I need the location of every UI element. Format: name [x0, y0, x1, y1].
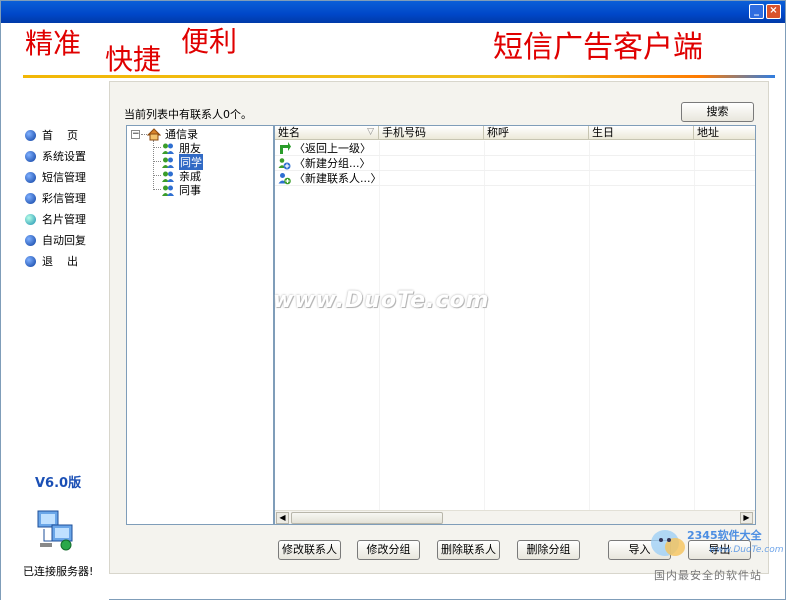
mascot-icon — [651, 530, 685, 556]
contact-list[interactable]: 姓名 ▽ 手机号码 称呼 生日 地址 〈返回上一级〉 〈新建分组...〉 〈新建… — [274, 125, 756, 525]
list-item-new-group[interactable]: 〈新建分组...〉 — [275, 156, 755, 171]
collapse-icon[interactable]: − — [131, 130, 140, 139]
bullet-icon — [25, 150, 36, 162]
contacts-panel: 当前列表中有联系人0个。 搜索 − 通信录 朋友 同学 亲戚 同事 姓名 ▽ 手… — [109, 81, 769, 574]
nav-item-mms[interactable]: 彩信管理 — [25, 190, 86, 206]
column-header-name[interactable]: 姓名 ▽ — [275, 126, 379, 140]
bullet-icon — [25, 129, 36, 141]
tree-group-classmates[interactable]: 同学 — [161, 154, 203, 170]
nav-item-home[interactable]: 首 页 — [25, 127, 78, 143]
nav-item-label: 名片管理 — [42, 213, 86, 226]
group-icon — [162, 143, 174, 154]
minimize-button[interactable]: _ — [749, 4, 764, 19]
nav-item-exit[interactable]: 退 出 — [25, 253, 78, 269]
scroll-left-icon[interactable]: ◀ — [276, 512, 289, 524]
nav-item-label: 短信管理 — [42, 171, 86, 184]
column-header-label: 姓名 — [278, 126, 300, 139]
banner: 精准 快捷 便利 短信广告客户端 — [1, 23, 785, 81]
column-header-address[interactable]: 地址 — [694, 126, 755, 140]
bullet-icon — [25, 234, 36, 246]
tree-group-relatives[interactable]: 亲戚 — [161, 169, 201, 183]
list-item-new-contact[interactable]: 〈新建联系人...〉 — [275, 171, 755, 186]
filter-icon: ▽ — [367, 127, 374, 137]
add-contact-icon — [278, 172, 291, 184]
version-label: V6.0版 — [35, 476, 82, 491]
group-tree[interactable]: − 通信录 朋友 同学 亲戚 同事 — [126, 125, 274, 525]
contact-count-text: 当前列表中有联系人0个。 — [124, 108, 252, 121]
nav-item-sms[interactable]: 短信管理 — [25, 169, 86, 185]
nav-item-label: 系统设置 — [42, 150, 86, 163]
server-status: 已连接服务器! — [23, 565, 94, 578]
watermark-text: www.DuoTe.com — [273, 288, 490, 313]
nav-item-label: 自动回复 — [42, 234, 86, 247]
column-header-birthday[interactable]: 生日 — [589, 126, 694, 140]
corner-logo: 2345软件大全 www.DuoTe.com — [649, 523, 786, 563]
delete-group-button[interactable]: 删除分组 — [517, 540, 580, 560]
corner-caption: 国内最安全的软件站 — [654, 569, 762, 582]
tree-group-friends[interactable]: 朋友 — [161, 141, 201, 155]
nav-item-cards[interactable]: 名片管理 — [25, 211, 86, 227]
delete-contact-button[interactable]: 删除联系人 — [437, 540, 500, 560]
list-item-label: 〈返回上一级〉 — [294, 142, 371, 155]
group-icon — [162, 157, 174, 168]
tree-root-contacts[interactable]: 通信录 — [147, 127, 198, 141]
bullet-icon — [25, 192, 36, 204]
search-button[interactable]: 搜索 — [681, 102, 754, 122]
corner-logo-text: 2345软件大全 — [687, 529, 762, 542]
nav-item-label: 彩信管理 — [42, 192, 86, 205]
tree-group-label: 同事 — [179, 184, 201, 197]
column-header-label: 地址 — [697, 126, 719, 139]
nav-item-label: 首 页 — [42, 129, 78, 142]
group-icon — [162, 171, 174, 182]
nav-item-autoreply[interactable]: 自动回复 — [25, 232, 86, 248]
nav-item-settings[interactable]: 系统设置 — [25, 148, 86, 164]
edit-contact-button[interactable]: 修改联系人 — [278, 540, 341, 560]
title-bar[interactable]: _ × — [1, 1, 785, 23]
column-header-label: 称呼 — [487, 126, 509, 139]
bullet-icon — [25, 255, 36, 267]
tree-group-colleagues[interactable]: 同事 — [161, 183, 201, 197]
server-connection-icon — [37, 510, 73, 551]
bullet-icon — [25, 213, 36, 225]
list-header: 姓名 ▽ 手机号码 称呼 生日 地址 — [275, 126, 755, 140]
banner-divider — [23, 75, 775, 78]
edit-group-button[interactable]: 修改分组 — [357, 540, 420, 560]
column-header-mobile[interactable]: 手机号码 — [379, 126, 484, 140]
horizontal-scrollbar[interactable]: ◀ ▶ — [275, 510, 755, 524]
app-window: _ × 精准 快捷 便利 短信广告客户端 首 页 系统设置 短信管理 彩信管理 … — [0, 0, 786, 601]
list-item-back[interactable]: 〈返回上一级〉 — [275, 141, 755, 156]
list-item-label: 〈新建分组...〉 — [294, 157, 371, 170]
slogan-fast: 快捷 — [105, 43, 162, 76]
nav-item-label: 退 出 — [42, 255, 78, 268]
slogan-convenient: 便利 — [181, 25, 238, 58]
slogan-accurate: 精准 — [25, 27, 82, 60]
back-arrow-icon — [280, 141, 291, 154]
brand-title: 短信广告客户端 — [493, 30, 703, 65]
column-header-label: 手机号码 — [382, 126, 426, 139]
add-group-icon — [278, 157, 291, 169]
scrollbar-thumb[interactable] — [291, 512, 443, 524]
address-book-icon — [147, 127, 161, 140]
column-header-label: 生日 — [592, 126, 614, 139]
list-item-label: 〈新建联系人...〉 — [294, 172, 382, 185]
corner-logo-url: www.DuoTe.com — [709, 545, 784, 555]
close-button[interactable]: × — [766, 4, 781, 19]
group-icon — [162, 185, 174, 196]
column-header-title[interactable]: 称呼 — [484, 126, 589, 140]
bullet-icon — [25, 171, 36, 183]
